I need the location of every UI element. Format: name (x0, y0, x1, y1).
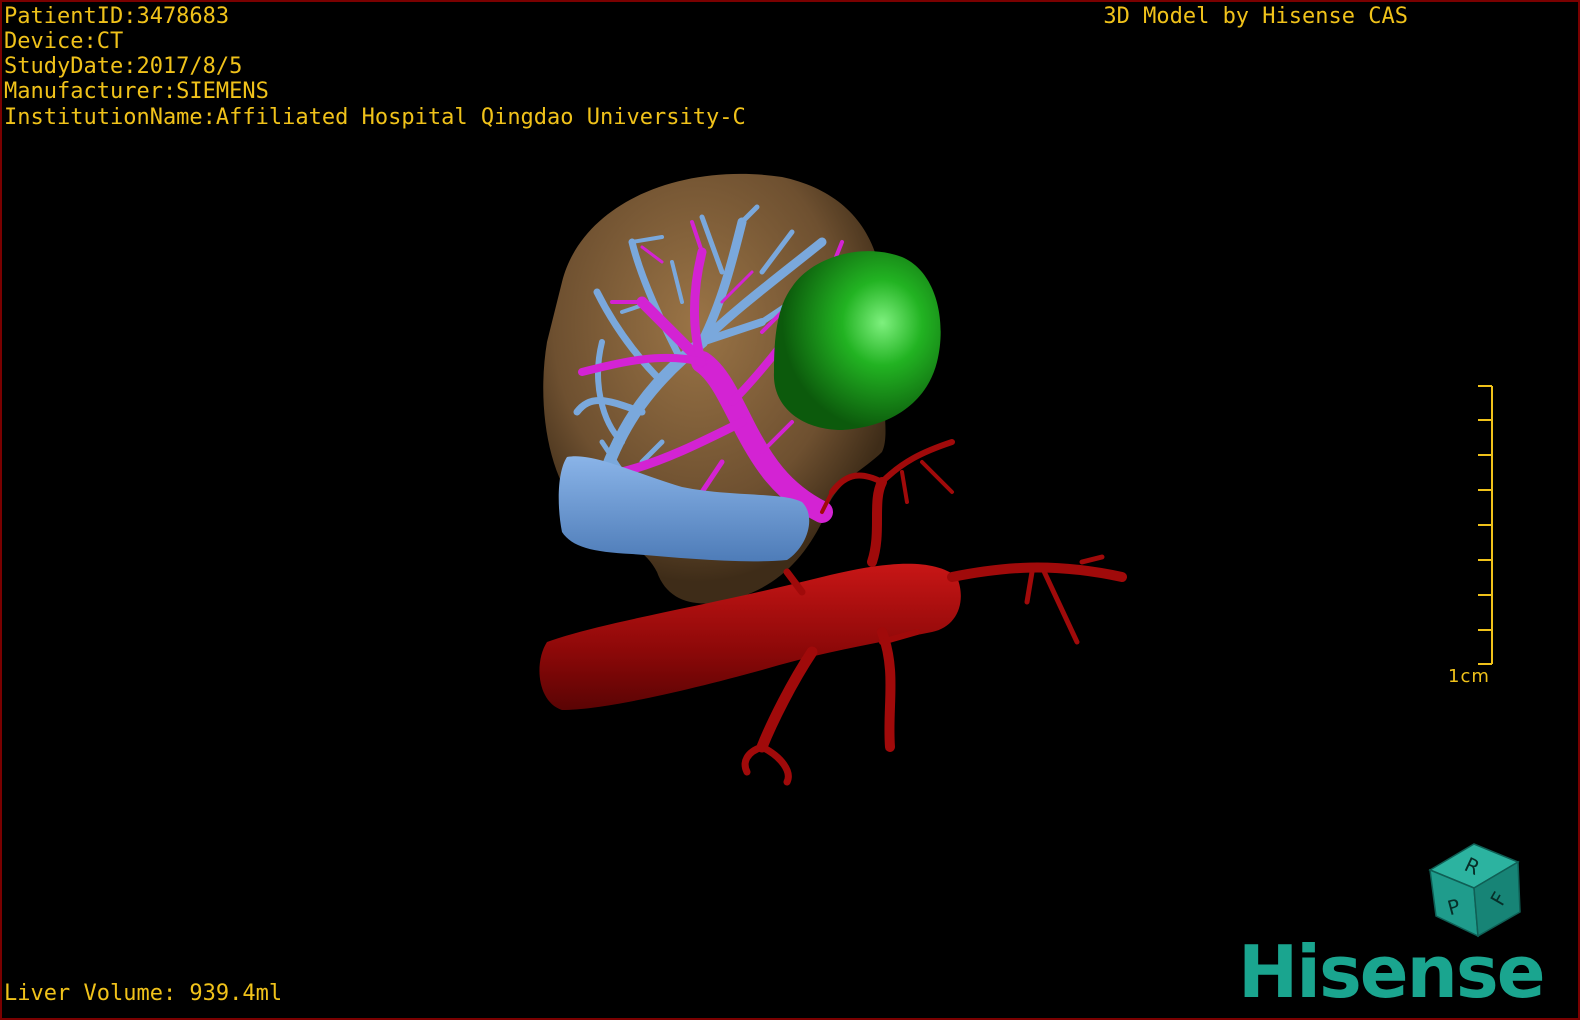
3d-viewport[interactable]: PatientID:3478683 Device:CT StudyDate:20… (0, 0, 1580, 1020)
hisense-logo: Hisense (1238, 930, 1546, 1014)
orientation-cube[interactable]: R F P (1422, 832, 1532, 942)
liver-3d-model[interactable] (2, 2, 1578, 1018)
liver-volume-text: Liver Volume: 939.4ml (4, 981, 283, 1006)
scale-bar (1478, 385, 1493, 665)
scale-label: 1cm (1448, 666, 1490, 687)
